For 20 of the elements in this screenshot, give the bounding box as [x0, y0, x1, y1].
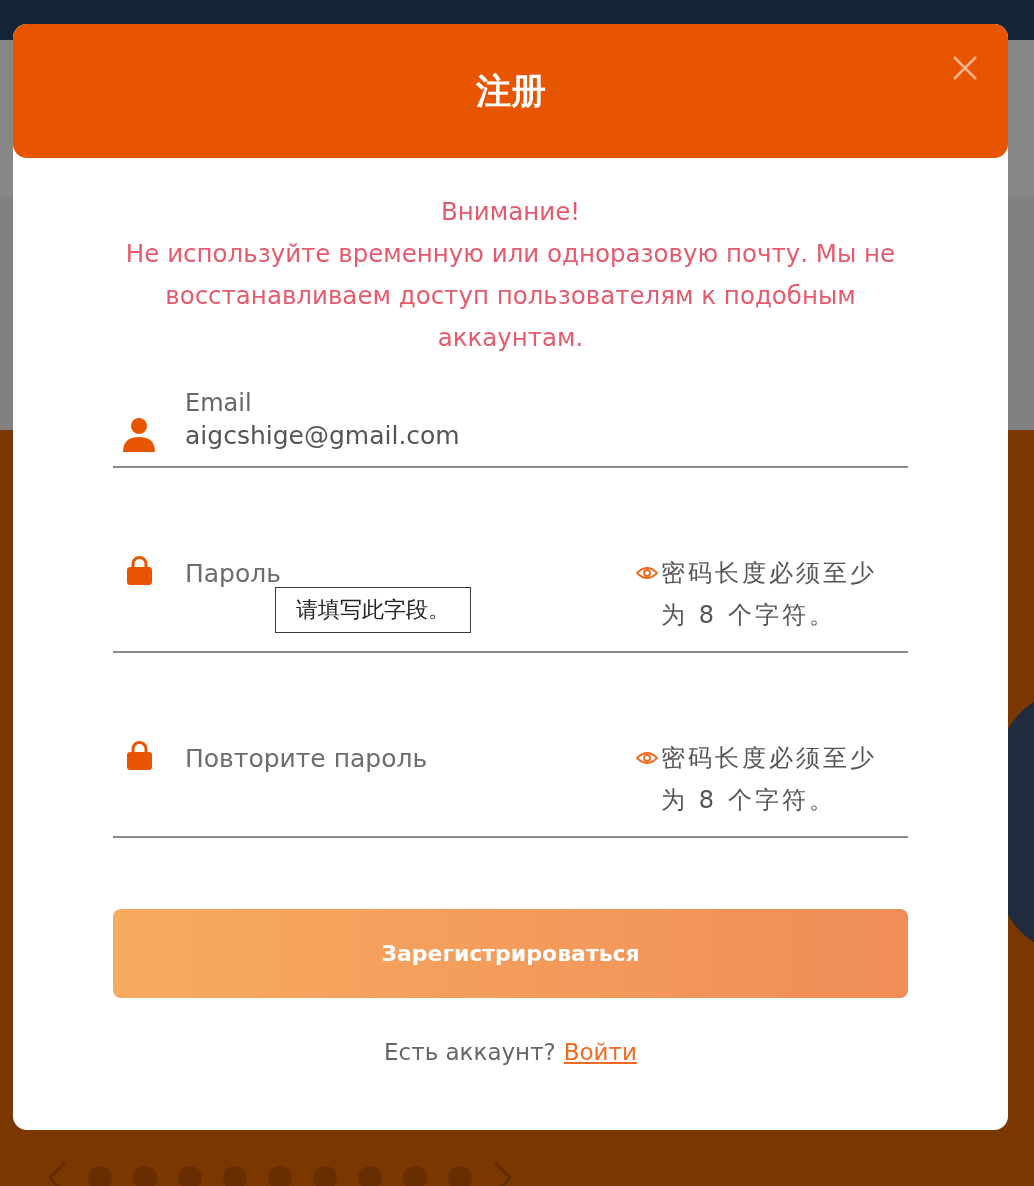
account-prompt: Есть аккаунт?	[384, 1039, 556, 1065]
warning-text: Не используйте временную или одноразовую почту. Мы не восстанавливаем доступ пользователям к подобным аккаунтам.	[124, 238, 897, 354]
eye-icon[interactable]	[636, 565, 658, 581]
password-hint: 密码长度必须至少为 8 个字符。	[661, 743, 878, 816]
user-icon	[122, 418, 156, 452]
close-button[interactable]	[952, 55, 978, 81]
dialog-title: 注册	[475, 69, 546, 113]
password-hint: 密码长度必须至少为 8 个字符。	[661, 558, 878, 631]
close-icon	[952, 55, 978, 81]
lock-icon	[127, 740, 152, 770]
lock-icon	[127, 555, 152, 585]
login-link[interactable]: Войти	[563, 1039, 637, 1065]
field-label: Email	[185, 388, 252, 418]
validation-tooltip: 请填写此字段。	[275, 587, 471, 633]
warning-title: Внимание!	[439, 196, 582, 228]
password-input[interactable]: Пароль	[185, 558, 636, 588]
password-input[interactable]: Повторите пароль	[185, 743, 636, 773]
register-button[interactable]: Зарегистрироваться	[113, 909, 908, 998]
eye-icon[interactable]	[636, 750, 658, 766]
email-input[interactable]: aigcshige@gmail.com	[185, 418, 908, 452]
